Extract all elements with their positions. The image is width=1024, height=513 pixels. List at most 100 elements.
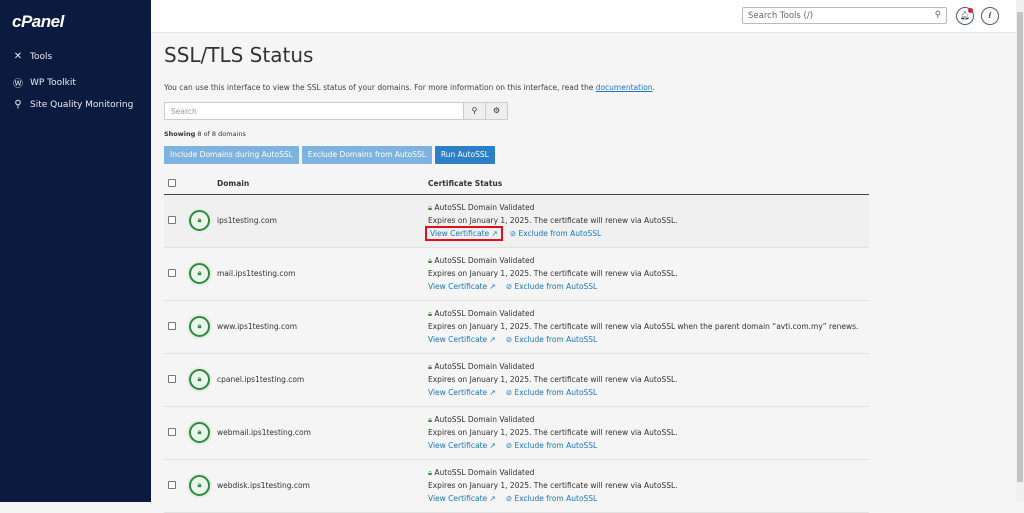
view-certificate-label: View Certificate [428,335,488,344]
notifications-button[interactable]: 🔔︎ [956,7,974,25]
exclude-from-autossl-link[interactable]: ⊘ Exclude from AutoSSL [506,335,597,344]
sidebar-item-wp-toolkit[interactable]: Ⓦ WP Toolkit [12,75,76,91]
domains-table: Domain Certificate Status 🔒︎ ips1testing… [164,174,869,513]
sidebar-item-site-quality-monitoring[interactable]: ⚲ Site Quality Monitoring [12,99,133,110]
run-autossl-button[interactable]: Run AutoSSL [434,146,495,164]
ban-icon: ⊘ [505,441,513,450]
domain-name: ips1testing.com [217,194,428,248]
domain-name: www.ips1testing.com [217,300,428,354]
showing-label: Showing [164,130,196,138]
expiry-text: Expires on January 1, 2025. The certific… [428,269,678,278]
ban-icon: ⊘ [505,388,513,397]
exclude-label: Exclude from AutoSSL [514,441,598,450]
table-row: 🔒︎ cpanel.ips1testing.com 🔒︎ AutoSSL Dom… [164,353,869,407]
lock-icon: 🔒︎ [428,415,432,424]
select-all-checkbox[interactable] [168,178,176,187]
table-row: 🔒︎ ips1testing.com 🔒︎ AutoSSL Domain Val… [164,194,869,248]
search-tools-placeholder: Search Tools (/) [748,11,814,21]
view-certificate-link[interactable]: View Certificate ↗ [428,335,496,344]
view-certificate-label: View Certificate [430,229,490,238]
table-row: 🔒︎ webmail.ips1testing.com 🔒︎ AutoSSL Do… [164,406,869,460]
user-icon: ℓ [988,11,992,20]
intro-body: You can use this interface to view the S… [164,83,596,92]
row-checkbox[interactable] [168,480,176,489]
status-text: AutoSSL Domain Validated [434,415,535,424]
ssl-secure-icon: 🔒︎ [189,422,210,443]
documentation-link[interactable]: documentation [596,83,653,92]
ban-icon: ⊘ [505,335,513,344]
sidebar-item-tools[interactable]: ✕ Tools [12,51,52,62]
domain-name: mail.ips1testing.com [217,247,428,301]
exclude-from-autossl-link[interactable]: ⊘ Exclude from AutoSSL [506,388,597,397]
expiry-text: Expires on January 1, 2025. The certific… [428,481,678,490]
view-certificate-label: View Certificate [428,282,488,291]
scrollbar[interactable] [1016,0,1024,502]
site-quality-icon: ⚲ [14,99,22,110]
intro-end: . [652,83,655,92]
domain-name: webmail.ips1testing.com [217,406,428,460]
lock-icon: 🔒︎ [428,362,432,371]
exclude-domains-button[interactable]: Exclude Domains from AutoSSL [301,146,432,164]
expiry-text: Expires on January 1, 2025. The certific… [428,216,678,225]
exclude-label: Exclude from AutoSSL [518,229,602,238]
scrollbar-thumb[interactable] [1017,12,1023,482]
user-menu-button[interactable]: ℓ [981,7,999,25]
view-certificate-link[interactable]: View Certificate ↗ [428,282,496,291]
intro-text: You can use this interface to view the S… [164,83,869,92]
lock-icon: 🔒︎ [428,468,432,477]
include-domains-button[interactable]: Include Domains during AutoSSL [164,146,299,164]
search-button[interactable]: ⚲ [464,102,486,120]
search-icon[interactable]: ⚲ [935,10,941,20]
lock-icon: 🔒︎ [428,256,432,265]
column-domain[interactable]: Domain [217,174,428,195]
tools-icon: ✕ [13,51,23,62]
exclude-label: Exclude from AutoSSL [514,335,598,344]
row-checkbox[interactable] [168,215,176,224]
domain-search: Search ⚲ ⚙ [164,102,508,120]
exclude-from-autossl-link[interactable]: ⊘ Exclude from AutoSSL [510,229,601,238]
exclude-label: Exclude from AutoSSL [514,388,598,397]
domain-name: webdisk.ips1testing.com [217,459,428,513]
page-title: SSL/TLS Status [164,43,314,67]
view-certificate-link[interactable]: View Certificate ↗ [425,226,503,241]
exclude-from-autossl-link[interactable]: ⊘ Exclude from AutoSSL [506,441,597,450]
exclude-label: Exclude from AutoSSL [514,282,598,291]
search-tools-input[interactable]: Search Tools (/) ⚲ [742,7,947,24]
ssl-secure-icon: 🔒︎ [189,369,210,390]
search-input[interactable]: Search [164,102,464,120]
exclude-from-autossl-link[interactable]: ⊘ Exclude from AutoSSL [506,282,597,291]
sidebar-item-label: Site Quality Monitoring [30,99,134,110]
ban-icon: ⊘ [505,282,513,291]
row-checkbox[interactable] [168,427,176,436]
status-text: AutoSSL Domain Validated [434,309,535,318]
view-certificate-link[interactable]: View Certificate ↗ [428,388,496,397]
column-certificate-status[interactable]: Certificate Status [428,174,869,195]
cpanel-logo[interactable]: cPanel [12,12,64,32]
search-icon: ⚲ [471,106,478,115]
expiry-text: Expires on January 1, 2025. The certific… [428,375,678,384]
ssl-secure-icon: 🔒︎ [189,263,210,284]
status-text: AutoSSL Domain Validated [434,468,535,477]
ssl-secure-icon: 🔒︎ [189,475,210,496]
status-text: AutoSSL Domain Validated [434,362,535,371]
table-row: 🔒︎ www.ips1testing.com 🔒︎ AutoSSL Domain… [164,300,869,354]
ban-icon: ⊘ [509,229,517,238]
row-checkbox[interactable] [168,321,176,330]
settings-button[interactable]: ⚙ [486,102,508,120]
notification-dot [968,8,973,13]
domain-name: cpanel.ips1testing.com [217,353,428,407]
showing-count: Showing 8 of 8 domains [164,130,869,138]
row-checkbox[interactable] [168,374,176,383]
lock-icon: 🔒︎ [428,203,432,212]
wordpress-icon: Ⓦ [13,79,23,90]
view-certificate-link[interactable]: View Certificate ↗ [428,441,496,450]
view-certificate-label: View Certificate [428,441,488,450]
sidebar-item-label: WP Toolkit [30,77,76,88]
gears-icon: ⚙ [492,106,501,115]
external-link-icon: ↗ [489,282,496,291]
row-checkbox[interactable] [168,268,176,277]
external-link-icon: ↗ [489,441,496,450]
sidebar: cPanel ✕ Tools Ⓦ WP Toolkit ⚲ Site Quality … [0,0,151,502]
external-link-icon: ↗ [489,388,496,397]
lock-icon: 🔒︎ [428,309,432,318]
